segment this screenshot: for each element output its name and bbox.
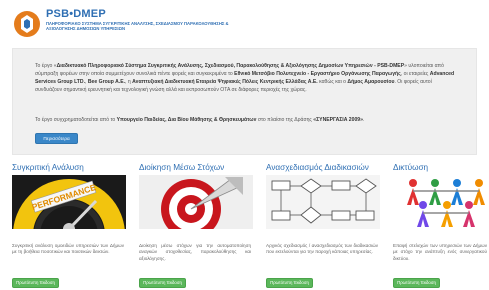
intro-text: Το έργο « [35,63,57,69]
funding-text: Το έργο συγχρηματοδοτείται από το [35,117,117,123]
prototype-button[interactable]: Πρωτότυπη Έκδοση [139,278,186,288]
prototype-button[interactable]: Πρωτότυπη Έκδοση [393,278,440,288]
partner-bee-group: Bee Group A.E. [87,78,126,85]
brand-subtitle: ΠΛΗΡΟΦΟΡΙΑΚΟ ΣΥΣΤΗΜΑ ΣΥΓΚΡΙΤΙΚΗΣ ΑΝΑΛΥΣΗ… [46,21,229,32]
funding-paragraph: Το έργο συγχρηματοδοτείται από το Υπουργ… [35,117,458,124]
card-description: Επαφή στελεχών των υπηρεσιών των Δήμων μ… [393,243,487,261]
target-arrow-icon [139,175,253,229]
card-management-by-objectives: Διοίκηση Μέσω Στόχων Διοίκηση μέσω στόχω… [139,163,253,290]
project-name: Διαδικτυακό Πληροφοριακό Σύστημα Συγκριτ… [56,63,405,69]
more-button[interactable]: Περισσότερα [35,133,78,144]
funding-text: . [362,117,365,123]
flowchart-icon [266,175,380,229]
partner-ntua: Εθνικό Μετσόβιο Πολυτεχνείο - Εργαστήριο… [234,70,401,77]
intro-text: , οι εταιρείες [400,70,430,77]
brand-title[interactable]: PSB•DMEP [46,8,106,20]
card-image[interactable]: PERFORMANCE [12,175,126,229]
card-image[interactable] [266,175,380,229]
funding-text: στο πλαίσιο της Δράσης [256,117,314,123]
intro-text: καθώς και ο [317,78,348,85]
card-description: Αρχικός σχεδιασμός / ανασχεδιασμός των δ… [266,243,378,255]
card-title[interactable]: Διοίκηση Μέσω Στόχων [139,163,224,172]
prototype-button[interactable]: Πρωτότυπη Έκδοση [12,278,59,288]
card-image[interactable] [139,175,253,229]
intro-panel: Το έργο «Διαδικτυακό Πληροφοριακό Σύστημ… [12,48,477,155]
card-title[interactable]: Συγκριτική Ανάλυση [12,163,84,172]
card-benchmarking: Συγκριτική Ανάλυση PERFORMANCE Συγκριτικ… [12,163,126,290]
partner-digital-cities: Αναπτυξιακή Διαδικτυακή Εταιρεία Ψηφιακέ… [132,78,318,85]
card-image[interactable] [393,175,489,229]
performance-gauge-icon: PERFORMANCE [12,175,126,229]
funding-program: «ΣΥΝΕΡΓΑΣΙΑ 2009» [313,117,363,123]
card-title[interactable]: Δικτύωση [393,163,428,172]
funding-ministry: Υπουργείο Παιδείας, Δια Βίου Μάθησης & Θ… [116,117,257,123]
card-description: Συγκριτική ανάλυση ομοειδών υπηρεσιών τω… [12,243,124,255]
card-title[interactable]: Ανασχεδιασμός Διαδικασιών [266,163,369,172]
card-process-redesign: Ανασχεδιασμός Διαδικασιών Αρχικός σχεδια… [266,163,380,290]
intro-paragraph: Το έργο «Διαδικτυακό Πληροφοριακό Σύστημ… [35,63,458,95]
card-networking: Δικτύωση Επαφή στελεχών των υπηρεσιών τω… [393,163,489,290]
prototype-button[interactable]: Πρωτότυπη Έκδοση [266,278,313,288]
card-description: Διοίκηση μέσω στόχων για την αυτοματοποί… [139,243,251,261]
logo-icon[interactable] [12,9,42,39]
people-network-icon [393,175,489,229]
site-header: PSB•DMEP ΠΛΗΡΟΦΟΡΙΑΚΟ ΣΥΣΤΗΜΑ ΣΥΓΚΡΙΤΙΚΗ… [0,0,489,48]
partner-marousi: Δήμος Αμαρουσίου [347,78,395,85]
